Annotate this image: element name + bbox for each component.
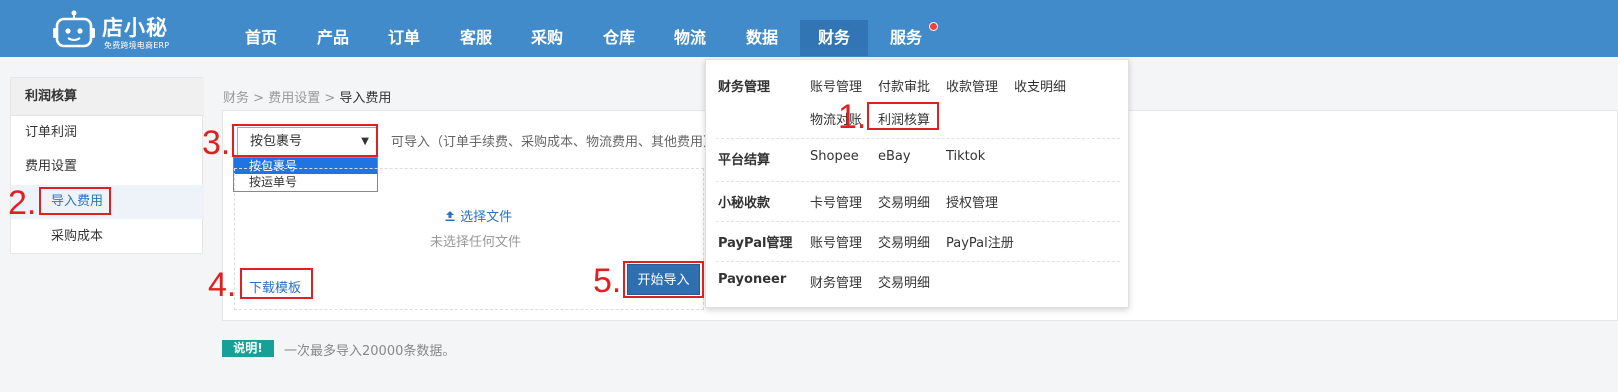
nav-services[interactable]: 服务 — [883, 20, 929, 56]
menu-section-xiaomi-receipts: 小秘收款 — [718, 196, 771, 211]
nav-logistics[interactable]: 物流 — [667, 20, 713, 56]
menu-link-income-expense[interactable]: 收支明细 — [1014, 76, 1066, 95]
top-navbar: 店小秘 免费跨境电商ERP 首页 产品 订单 客服 采购 仓库 物流 数据 财务… — [0, 0, 1618, 57]
sidebar-item-label: 采购成本 — [51, 229, 104, 244]
breadcrumb-separator: > — [324, 91, 336, 106]
brand-tagline: 免费跨境电商ERP — [104, 41, 170, 50]
menu-section-payoneer: Payoneer — [718, 272, 787, 287]
annotation-box-download — [240, 268, 313, 299]
menu-link-payoneer-transactions[interactable]: 交易明细 — [878, 272, 930, 291]
nav-home[interactable]: 首页 — [238, 20, 284, 56]
breadcrumb-fee-settings[interactable]: 费用设置 — [268, 91, 320, 106]
notification-dot — [929, 22, 938, 31]
menu-section-finance-management: 财务管理 — [718, 80, 771, 95]
robot-logo-icon — [53, 10, 95, 48]
annotation-box-select — [232, 124, 378, 157]
breadcrumb-separator: > — [253, 91, 265, 106]
import-hint: 可导入（订单手续费、采购成本、物流费用、其他费用） — [391, 135, 717, 150]
nav-finance[interactable]: 财务 — [800, 20, 868, 56]
menu-link-paypal-register[interactable]: PayPal注册 — [946, 232, 1014, 251]
choose-file-button[interactable]: 选择文件 — [444, 206, 512, 225]
annotation-box-import-fees — [39, 187, 111, 215]
annotation-number-4: 4. — [208, 266, 237, 304]
nav-warehouse[interactable]: 仓库 — [596, 20, 642, 56]
logo[interactable]: 店小秘 免费跨境电商ERP — [52, 6, 182, 52]
breadcrumb: 财务 > 费用设置 > 导入费用 — [223, 87, 391, 106]
menu-link-payoneer-finance[interactable]: 财务管理 — [810, 272, 862, 291]
sidebar-item-label: 订单利润 — [25, 125, 78, 140]
sidebar-item-fee-settings[interactable]: 费用设置 — [11, 150, 204, 184]
breadcrumb-finance[interactable]: 财务 — [223, 91, 249, 106]
nav-data[interactable]: 数据 — [739, 20, 785, 56]
sidebar-item-purchase-cost[interactable]: 采购成本 — [11, 220, 204, 254]
choose-file-label: 选择文件 — [460, 210, 513, 225]
nav-orders[interactable]: 订单 — [381, 20, 427, 56]
menu-link-shopee[interactable]: Shopee — [810, 149, 859, 164]
note-badge: 说明! — [222, 340, 274, 357]
breadcrumb-current: 导入费用 — [339, 91, 392, 106]
sidebar-title: 利润核算 — [11, 78, 204, 116]
sidebar-item-order-profit[interactable]: 订单利润 — [11, 116, 204, 150]
brand-name: 店小秘 — [102, 16, 168, 40]
menu-link-account-management[interactable]: 账号管理 — [810, 76, 862, 95]
menu-divider — [716, 181, 1120, 182]
nav-customer-service[interactable]: 客服 — [453, 20, 499, 56]
annotation-number-3: 3. — [202, 124, 231, 162]
sidebar: 利润核算 订单利润 费用设置 导入费用 采购成本 — [10, 77, 204, 254]
annotation-box-start-import — [623, 261, 704, 298]
annotation-number-5: 5. — [593, 262, 622, 300]
nav-products[interactable]: 产品 — [310, 20, 356, 56]
menu-divider — [716, 138, 1120, 139]
menu-link-payment-approval[interactable]: 付款审批 — [878, 76, 930, 95]
annotation-box-profit-accounting — [867, 102, 939, 130]
annotation-number-2: 2. — [8, 184, 37, 222]
no-file-text: 未选择任何文件 — [430, 235, 522, 250]
menu-link-card-management[interactable]: 卡号管理 — [810, 192, 862, 211]
upload-icon — [444, 210, 460, 225]
menu-link-authorization-management[interactable]: 授权管理 — [946, 192, 998, 211]
menu-link-paypal-transactions[interactable]: 交易明细 — [878, 232, 930, 251]
menu-section-platform-settlement: 平台结算 — [718, 153, 771, 168]
annotation-number-1: 1. — [838, 98, 867, 136]
menu-section-paypal: PayPal管理 — [718, 236, 793, 251]
finance-mega-menu: 财务管理 账号管理 付款审批 收款管理 收支明细 物流对账 利润核算 平台结算 … — [705, 59, 1129, 308]
note-text: 一次最多导入20000条数据。 — [284, 344, 456, 359]
menu-link-tiktok[interactable]: Tiktok — [946, 149, 985, 164]
sidebar-item-label: 费用设置 — [25, 159, 78, 174]
menu-divider — [716, 261, 1120, 262]
menu-link-transaction-details[interactable]: 交易明细 — [878, 192, 930, 211]
nav-purchasing[interactable]: 采购 — [524, 20, 570, 56]
menu-divider — [716, 221, 1120, 222]
menu-link-collection-management[interactable]: 收款管理 — [946, 76, 998, 95]
menu-link-paypal-accounts[interactable]: 账号管理 — [810, 232, 862, 251]
menu-link-ebay[interactable]: eBay — [878, 149, 911, 164]
